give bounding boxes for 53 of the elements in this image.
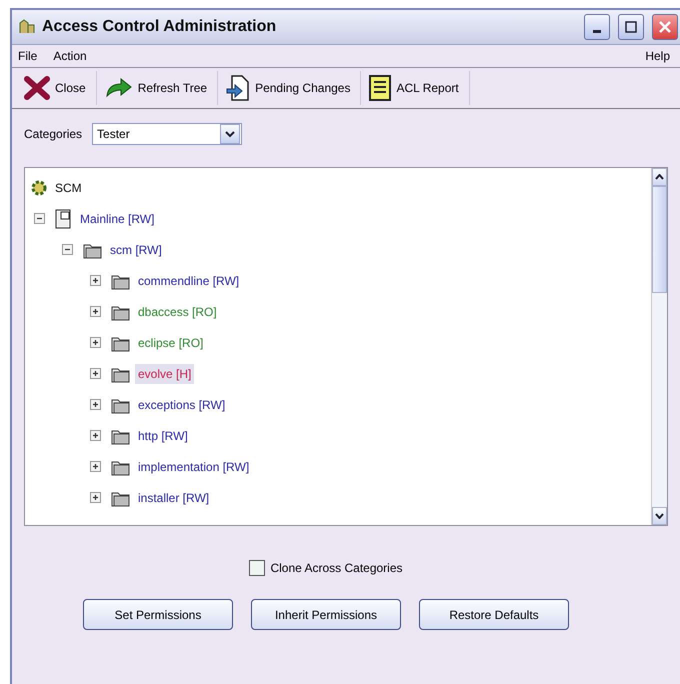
- arrow-icon: [104, 78, 133, 98]
- tree-item[interactable]: eclipse [RO]: [135, 332, 206, 352]
- close-icon: [24, 76, 50, 100]
- checkbox[interactable]: [249, 560, 266, 576]
- tree-item[interactable]: exceptions [RW]: [135, 394, 228, 414]
- tree-item[interactable]: evolve [H]: [135, 364, 194, 384]
- tree-item[interactable]: Mainline [RW]: [77, 208, 158, 228]
- toolbar-button[interactable]: Refresh Tree: [96, 71, 218, 105]
- menu-item[interactable]: File: [18, 49, 38, 63]
- menu-item[interactable]: Action: [53, 49, 87, 63]
- action-button[interactable]: Inherit Permissions: [251, 599, 401, 630]
- expand-icon[interactable]: [90, 368, 101, 379]
- expand-icon[interactable]: [90, 461, 101, 472]
- expand-icon[interactable]: [90, 337, 101, 348]
- chevron-up-icon: [655, 174, 664, 180]
- maximize-button[interactable]: [618, 14, 644, 40]
- document-icon: [55, 208, 73, 228]
- toolbar-button[interactable]: Close: [16, 71, 97, 105]
- collapse-icon[interactable]: [34, 213, 45, 224]
- scrollbar[interactable]: [651, 168, 667, 525]
- checkbox-label: Clone Across Categories: [270, 561, 403, 575]
- collapse-icon[interactable]: [62, 244, 73, 255]
- chevron-down-icon: [225, 130, 236, 138]
- tree-item[interactable]: commendline [RW]: [135, 270, 242, 290]
- tree-item[interactable]: installer [RW]: [135, 488, 212, 508]
- gear-icon: [30, 178, 48, 196]
- toolbar-button[interactable]: ACL Report: [361, 71, 470, 105]
- expand-icon[interactable]: [90, 430, 101, 441]
- tree-item[interactable]: scm [RW]: [107, 240, 165, 260]
- categories-dropdown[interactable]: Tester: [92, 123, 242, 145]
- expand-icon[interactable]: [90, 492, 101, 503]
- expand-icon[interactable]: [90, 275, 101, 286]
- minimize-button[interactable]: [584, 14, 610, 40]
- minimize-icon: [593, 30, 601, 32]
- tree-item[interactable]: dbaccess [RO]: [135, 302, 220, 322]
- categories-label: Categories: [24, 127, 82, 141]
- action-button[interactable]: Restore Defaults: [419, 599, 569, 630]
- expand-icon[interactable]: [90, 306, 101, 317]
- window-title: Access Control Administration: [42, 18, 278, 36]
- chevron-down-icon: [655, 513, 664, 519]
- action-button[interactable]: Set Permissions: [83, 599, 233, 630]
- close-button[interactable]: [652, 14, 678, 40]
- maximize-icon: [625, 21, 637, 33]
- tree-root[interactable]: SCM: [52, 178, 85, 198]
- toolbar-button[interactable]: Pending Changes: [218, 71, 362, 105]
- expand-icon[interactable]: [90, 399, 101, 410]
- tree-item[interactable]: http [RW]: [135, 426, 191, 446]
- close-icon: [659, 21, 671, 33]
- menu-item[interactable]: Help: [645, 49, 670, 63]
- report-icon: [369, 75, 392, 101]
- document-arrow-icon: [226, 75, 250, 101]
- tree-item[interactable]: implementation [RW]: [135, 456, 252, 476]
- app-icon: [18, 19, 36, 35]
